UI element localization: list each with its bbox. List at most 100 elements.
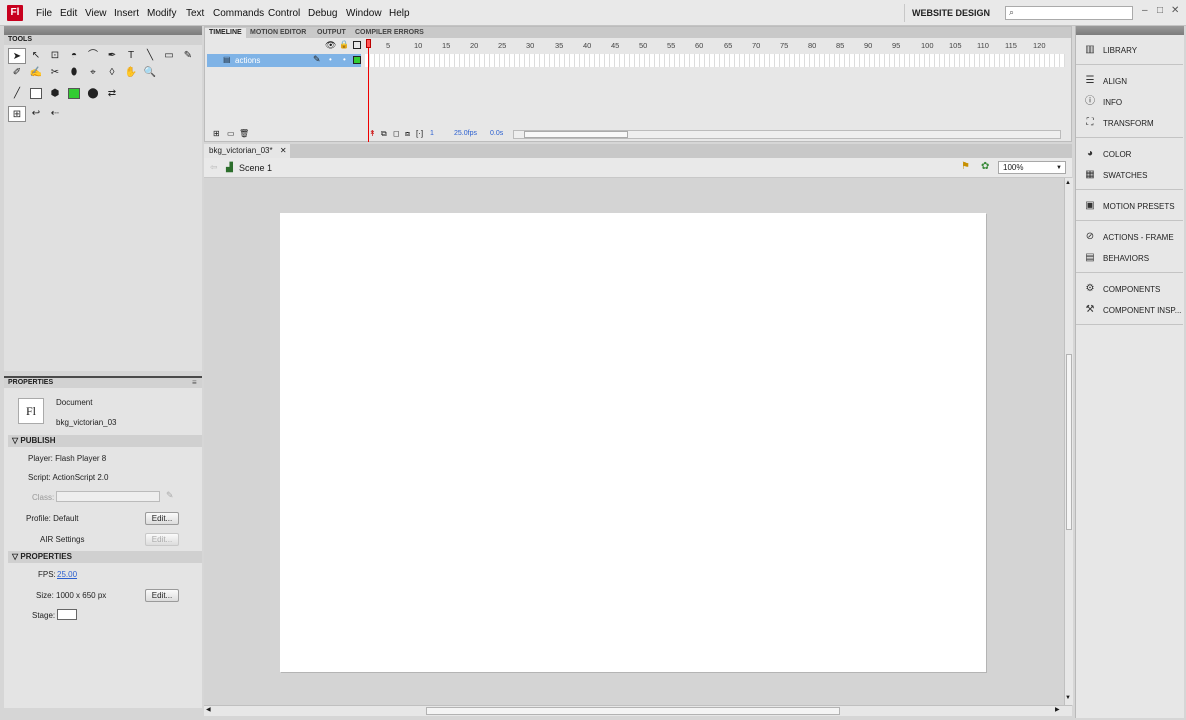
panel-motion-presets[interactable]: ▣ MOTION PRESETS bbox=[1076, 197, 1183, 215]
menu-edit[interactable]: Edit bbox=[60, 8, 77, 19]
text-tool-icon[interactable]: T bbox=[122, 48, 140, 64]
document-tab[interactable]: bkg_victorian_03* ✕ bbox=[204, 144, 290, 158]
menu-debug[interactable]: Debug bbox=[308, 8, 337, 19]
rectangle-tool-icon[interactable]: ▭ bbox=[160, 48, 178, 64]
panel-menu-icon[interactable]: ≡ bbox=[192, 378, 197, 387]
tab-motion-editor[interactable]: MOTION EDITOR bbox=[246, 28, 310, 38]
stage-vscrollbar[interactable]: ▲ ▼ bbox=[1064, 178, 1073, 705]
close-icon[interactable]: ✕ bbox=[280, 146, 287, 155]
selection-tool-icon[interactable]: ➤ bbox=[8, 48, 26, 64]
properties-section-header[interactable]: ▽ PROPERTIES bbox=[8, 551, 202, 563]
panel-color[interactable]: ◕ COLOR bbox=[1076, 145, 1183, 163]
panel-component-inspector[interactable]: ⚒ COMPONENT INSP... bbox=[1076, 301, 1183, 319]
eraser-tool-icon[interactable]: ◊ bbox=[103, 65, 121, 81]
close-window-button[interactable]: ✕ bbox=[1171, 5, 1179, 16]
pencil-tool-icon[interactable]: ✎ bbox=[179, 48, 197, 64]
workspace-switcher[interactable]: WEBSITE DESIGN ▼ bbox=[904, 4, 996, 36]
dock-grip[interactable] bbox=[1076, 26, 1184, 35]
paint-bucket-tool-icon[interactable]: ⬮ bbox=[65, 65, 83, 81]
vscroll-thumb[interactable] bbox=[1066, 354, 1072, 530]
menu-insert[interactable]: Insert bbox=[114, 8, 139, 19]
menu-help[interactable]: Help bbox=[389, 8, 410, 19]
profile-edit-button[interactable]: Edit... bbox=[145, 512, 179, 525]
panel-behaviors[interactable]: ▤ BEHAVIORS bbox=[1076, 249, 1183, 267]
playhead[interactable] bbox=[366, 39, 371, 142]
delete-layer-icon[interactable]: 🗑 bbox=[239, 129, 249, 138]
bone-tool-icon[interactable]: ✂ bbox=[46, 65, 64, 81]
line-tool-icon[interactable]: ╲ bbox=[141, 48, 159, 64]
publish-section-header[interactable]: ▽ PUBLISH bbox=[8, 435, 202, 447]
new-folder-icon[interactable]: ▭ bbox=[227, 129, 235, 138]
swap-colors-icon[interactable]: ⇄ bbox=[103, 86, 121, 102]
visibility-dot-icon[interactable]: • bbox=[329, 55, 332, 64]
panel-transform[interactable]: ⛶ TRANSFORM bbox=[1076, 114, 1183, 132]
stroke-color-swatch[interactable] bbox=[27, 86, 45, 102]
subselection-tool-icon[interactable]: ↖ bbox=[27, 48, 45, 64]
menu-file[interactable]: File bbox=[36, 8, 52, 19]
fps-value[interactable]: 25.00 bbox=[57, 570, 77, 579]
fill-color-icon[interactable]: ⬢ bbox=[46, 86, 64, 102]
menu-modify[interactable]: Modify bbox=[147, 8, 176, 19]
outline-icon[interactable] bbox=[353, 41, 361, 49]
help-search-input[interactable]: ⌕ bbox=[1005, 6, 1133, 20]
eye-icon[interactable]: 👁 bbox=[325, 40, 336, 51]
hand-tool-icon[interactable]: ✋ bbox=[122, 65, 140, 81]
lasso-tool-icon[interactable]: ⌒ bbox=[84, 48, 102, 64]
scene-label[interactable]: Scene 1 bbox=[239, 163, 272, 173]
maximize-button[interactable]: □ bbox=[1157, 5, 1163, 16]
air-edit-button[interactable]: Edit... bbox=[145, 533, 179, 546]
lock-icon[interactable]: 🔒 bbox=[339, 40, 349, 49]
layer-outline-color[interactable] bbox=[353, 56, 361, 64]
stage-hscrollbar[interactable]: ◀ ▶ bbox=[204, 705, 1072, 716]
3d-rotation-tool-icon[interactable]: ◓ bbox=[65, 48, 83, 64]
layer-row-actions[interactable]: ▤ actions ✎ • • bbox=[207, 54, 361, 67]
panel-info[interactable]: ⓘ INFO bbox=[1076, 93, 1183, 111]
tab-timeline[interactable]: TIMELINE bbox=[205, 28, 246, 38]
tab-compiler-errors[interactable]: COMPILER ERRORS bbox=[351, 28, 428, 38]
deco-tool-icon[interactable]: ✍ bbox=[27, 65, 45, 81]
menu-text[interactable]: Text bbox=[186, 8, 204, 19]
tab-output[interactable]: OUTPUT bbox=[313, 28, 350, 38]
timeline-hscrollbar[interactable] bbox=[513, 130, 1061, 139]
stroke-color-icon[interactable]: ╱ bbox=[8, 86, 26, 102]
size-edit-button[interactable]: Edit... bbox=[145, 589, 179, 602]
lock-dot-icon[interactable]: • bbox=[343, 55, 346, 64]
menu-window[interactable]: Window bbox=[346, 8, 382, 19]
class-input[interactable] bbox=[56, 491, 160, 502]
panel-components[interactable]: ⚙ COMPONENTS bbox=[1076, 280, 1183, 298]
zoom-tool-icon[interactable]: 🔍 bbox=[141, 65, 159, 81]
panel-align[interactable]: ☰ ALIGN bbox=[1076, 72, 1183, 90]
frame-ruler[interactable]: 1 5 10 15 20 25 30 35 40 45 50 55 60 65 … bbox=[365, 39, 1065, 51]
brush-tool-icon[interactable]: ✐ bbox=[8, 65, 26, 81]
scroll-up-icon[interactable]: ▲ bbox=[1065, 180, 1071, 186]
zoom-select[interactable]: 100% ▼ bbox=[998, 161, 1066, 174]
pencil-edit-icon[interactable]: ✎ bbox=[166, 490, 174, 501]
default-colors-icon[interactable]: ⬤ bbox=[84, 86, 102, 102]
center-frame-icon[interactable]: ↟ bbox=[369, 129, 376, 138]
tools-panel-grip[interactable] bbox=[4, 26, 202, 35]
free-transform-tool-icon[interactable]: ⊡ bbox=[46, 48, 64, 64]
panel-swatches[interactable]: ▦ SWATCHES bbox=[1076, 166, 1183, 184]
onion-skin-icon[interactable]: ⧉ bbox=[381, 129, 387, 139]
modify-markers-icon[interactable]: [·] bbox=[416, 129, 423, 138]
straighten-icon[interactable]: ⇠ bbox=[46, 106, 64, 122]
layer-name[interactable]: actions bbox=[235, 56, 260, 65]
scroll-down-icon[interactable]: ▼ bbox=[1065, 695, 1071, 701]
frame-grid[interactable] bbox=[365, 54, 1065, 67]
scroll-right-icon[interactable]: ▶ bbox=[1055, 706, 1060, 713]
menu-view[interactable]: View bbox=[85, 8, 107, 19]
edit-scene-icon[interactable]: ⚑ bbox=[961, 161, 970, 172]
stage-color-swatch[interactable] bbox=[57, 609, 77, 620]
minimize-button[interactable]: – bbox=[1142, 5, 1148, 16]
pen-tool-icon[interactable]: ✒ bbox=[103, 48, 121, 64]
hscroll-thumb[interactable] bbox=[426, 707, 840, 715]
menu-control[interactable]: Control bbox=[268, 8, 300, 19]
edit-symbols-icon[interactable]: ✿ bbox=[981, 161, 989, 172]
panel-actions-frame[interactable]: ⊘ ACTIONS - FRAME bbox=[1076, 228, 1183, 246]
back-arrow-icon[interactable]: ⇦ bbox=[210, 162, 218, 173]
object-drawing-icon[interactable]: ⊞ bbox=[8, 106, 26, 122]
onion-outline-icon[interactable]: ◻ bbox=[393, 129, 400, 138]
smooth-icon[interactable]: ↩ bbox=[27, 106, 45, 122]
scroll-left-icon[interactable]: ◀ bbox=[206, 706, 211, 713]
fill-color-swatch[interactable] bbox=[65, 86, 83, 102]
